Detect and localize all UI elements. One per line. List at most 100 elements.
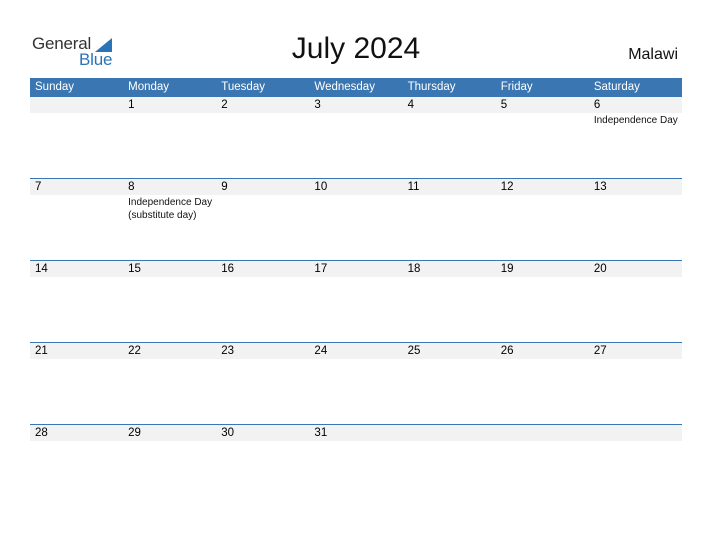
day-cell: 8 Independence Day (substitute day) bbox=[123, 179, 217, 260]
day-number-bar: 25 bbox=[402, 343, 496, 359]
week-row: 1 2 3 4 5 6 Independence Day bbox=[30, 97, 682, 178]
day-cell bbox=[495, 425, 589, 506]
day-number-bar bbox=[402, 425, 496, 441]
day-cell: 16 bbox=[216, 261, 310, 342]
day-number: 1 bbox=[128, 99, 135, 111]
day-cell bbox=[402, 425, 496, 506]
day-number-bar: 18 bbox=[402, 261, 496, 277]
day-number-bar: 5 bbox=[495, 97, 589, 113]
weekday-header-row: Sunday Monday Tuesday Wednesday Thursday Frid… bbox=[30, 78, 682, 97]
day-cell bbox=[30, 97, 124, 178]
day-number-bar: 28 bbox=[30, 425, 124, 441]
day-number-bar: 9 bbox=[216, 179, 310, 195]
day-number-bar: 24 bbox=[309, 343, 403, 359]
day-cell: 23 bbox=[216, 343, 310, 424]
week-grid: 14 15 16 17 18 19 20 bbox=[30, 261, 682, 342]
week-grid: 21 22 23 24 25 26 27 bbox=[30, 343, 682, 424]
day-cell: 3 bbox=[309, 97, 403, 178]
weekday-header-thursday: Thursday bbox=[407, 81, 456, 93]
day-number-bar: 13 bbox=[588, 179, 682, 195]
day-number: 4 bbox=[407, 99, 414, 111]
day-number: 29 bbox=[128, 427, 141, 439]
day-number: 31 bbox=[314, 427, 328, 439]
day-cell: 13 bbox=[588, 179, 682, 260]
calendar-grid: Sunday Monday Tuesday Wednesday Thursday Frid… bbox=[30, 78, 682, 506]
day-cell: 9 bbox=[216, 179, 310, 260]
day-number-bar: 2 bbox=[216, 97, 310, 113]
day-number-bar: 3 bbox=[309, 97, 403, 113]
day-number-bar: 19 bbox=[495, 261, 589, 277]
day-cell: 21 bbox=[30, 343, 124, 424]
day-number: 3 bbox=[314, 99, 321, 111]
day-number-bar: 27 bbox=[588, 343, 682, 359]
day-cell: 31 bbox=[309, 425, 403, 506]
day-number-bar: 6 bbox=[588, 97, 682, 113]
day-number-bar: 11 bbox=[402, 179, 496, 195]
day-number-bar: 29 bbox=[123, 425, 217, 441]
weekday-header-monday: Monday bbox=[128, 81, 170, 93]
day-number-bar: 20 bbox=[588, 261, 682, 277]
day-cell: 27 bbox=[588, 343, 682, 424]
day-cell: 26 bbox=[495, 343, 589, 424]
day-cell: 30 bbox=[216, 425, 310, 506]
day-number: 16 bbox=[221, 263, 235, 275]
day-cell: 22 bbox=[123, 343, 217, 424]
day-number: 18 bbox=[407, 263, 421, 275]
day-number: 28 bbox=[35, 427, 48, 439]
day-cell: 24 bbox=[309, 343, 403, 424]
day-number-bar: 17 bbox=[309, 261, 403, 277]
week-row: 21 22 23 24 25 26 27 bbox=[30, 342, 682, 424]
day-cell: 4 bbox=[402, 97, 496, 178]
day-number: 2 bbox=[221, 99, 228, 111]
day-number-bar bbox=[495, 425, 589, 441]
day-number: 6 bbox=[593, 99, 601, 111]
day-number: 13 bbox=[593, 181, 607, 193]
week-grid: 7 8 Independence Day (substitute day) 9 10 11… bbox=[30, 179, 682, 260]
week-grid: 28 29 30 31 bbox=[30, 425, 682, 506]
day-number-bar: 30 bbox=[216, 425, 310, 441]
week-row: 28 29 30 31 bbox=[30, 424, 682, 506]
day-cell: 14 bbox=[30, 261, 124, 342]
day-number: 26 bbox=[500, 345, 514, 357]
day-cell: 11 bbox=[402, 179, 496, 260]
weekday-header-wednesday: Wednesday bbox=[314, 81, 375, 93]
week-row: 14 15 16 17 18 19 20 bbox=[30, 260, 682, 342]
day-cell: 10 bbox=[309, 179, 403, 260]
day-cell: 18 bbox=[402, 261, 496, 342]
weekday-header-tuesday: Tuesday bbox=[221, 81, 265, 93]
calendar-title: July 2024 bbox=[291, 32, 421, 65]
day-number-bar: 7 bbox=[30, 179, 124, 195]
day-number: 11 bbox=[407, 181, 420, 193]
day-number: 25 bbox=[407, 345, 421, 357]
day-number: 14 bbox=[35, 263, 48, 275]
day-number: 12 bbox=[500, 181, 514, 193]
day-cell: 15 bbox=[123, 261, 217, 342]
day-number: 27 bbox=[593, 345, 607, 357]
day-number: 9 bbox=[221, 181, 228, 193]
day-cell: 17 bbox=[309, 261, 403, 342]
day-cell: 19 bbox=[495, 261, 589, 342]
day-number-bar: 12 bbox=[495, 179, 589, 195]
day-cell: 28 bbox=[30, 425, 124, 506]
day-number-bar bbox=[588, 425, 682, 441]
day-number: 24 bbox=[314, 345, 328, 357]
week-grid: 1 2 3 4 5 6 Independence Day bbox=[30, 97, 682, 178]
day-number-bar: 31 bbox=[309, 425, 403, 441]
holiday-event: Independence Day (substitute day) bbox=[128, 197, 213, 221]
day-cell: 12 bbox=[495, 179, 589, 260]
day-number: 22 bbox=[128, 345, 141, 357]
country-label: Malawi bbox=[628, 46, 678, 63]
day-number-bar: 14 bbox=[30, 261, 124, 277]
day-number-bar: 22 bbox=[123, 343, 217, 359]
day-number-bar: 16 bbox=[216, 261, 310, 277]
day-cell: 2 bbox=[216, 97, 310, 178]
day-number-bar: 23 bbox=[216, 343, 310, 359]
day-cell: 29 bbox=[123, 425, 217, 506]
day-number: 10 bbox=[314, 181, 328, 193]
day-number-bar: 21 bbox=[30, 343, 124, 359]
day-cell bbox=[588, 425, 682, 506]
holiday-event: Independence Day bbox=[593, 115, 678, 126]
day-number: 23 bbox=[221, 345, 235, 357]
day-cell: 6 Independence Day bbox=[588, 97, 682, 178]
day-number-bar: 8 bbox=[123, 179, 217, 195]
